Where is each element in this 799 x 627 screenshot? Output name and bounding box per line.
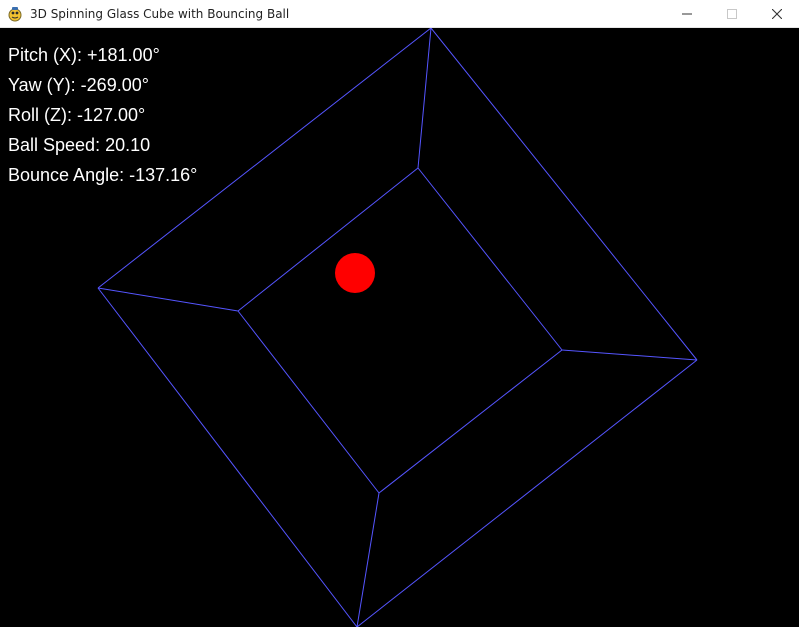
pygame-snake-icon (7, 6, 23, 22)
cube-edge (430, 28, 698, 361)
cube-edge (97, 287, 239, 312)
hud-panel: Pitch (X): +181.00° Yaw (Y): -269.00° Ro… (8, 40, 197, 190)
cube-edge (356, 359, 698, 627)
maximize-icon (726, 8, 737, 19)
cube-edge (237, 167, 419, 312)
pitch-readout: Pitch (X): +181.00° (8, 45, 160, 65)
bounce-angle-readout: Bounce Angle: -137.16° (8, 165, 198, 185)
window-title: 3D Spinning Glass Cube with Bouncing Bal… (30, 6, 290, 21)
roll-readout: Roll (Z): -127.00° (8, 105, 146, 125)
app-window: 3D Spinning Glass Cube with Bouncing Bal… (0, 0, 799, 627)
cube-edge (378, 349, 563, 494)
close-icon (771, 8, 782, 19)
cube-edge (97, 287, 358, 627)
cube-edge (356, 492, 380, 627)
yaw-readout: Yaw (Y): -269.00° (8, 75, 149, 95)
close-button[interactable] (754, 0, 799, 28)
game-canvas[interactable]: Pitch (X): +181.00° Yaw (Y): -269.00° Ro… (0, 28, 799, 627)
minimize-icon (681, 13, 692, 14)
title-bar[interactable]: 3D Spinning Glass Cube with Bouncing Bal… (0, 0, 799, 28)
cube-edge (237, 310, 380, 494)
window-controls (664, 0, 799, 28)
minimize-button[interactable] (664, 0, 709, 28)
maximize-button[interactable] (709, 0, 754, 28)
cube-edge (417, 167, 563, 351)
cube-edge (417, 28, 432, 169)
bouncing-ball (335, 253, 375, 293)
cube-edge (561, 349, 698, 361)
ball-speed-readout: Ball Speed: 20.10 (8, 135, 151, 155)
